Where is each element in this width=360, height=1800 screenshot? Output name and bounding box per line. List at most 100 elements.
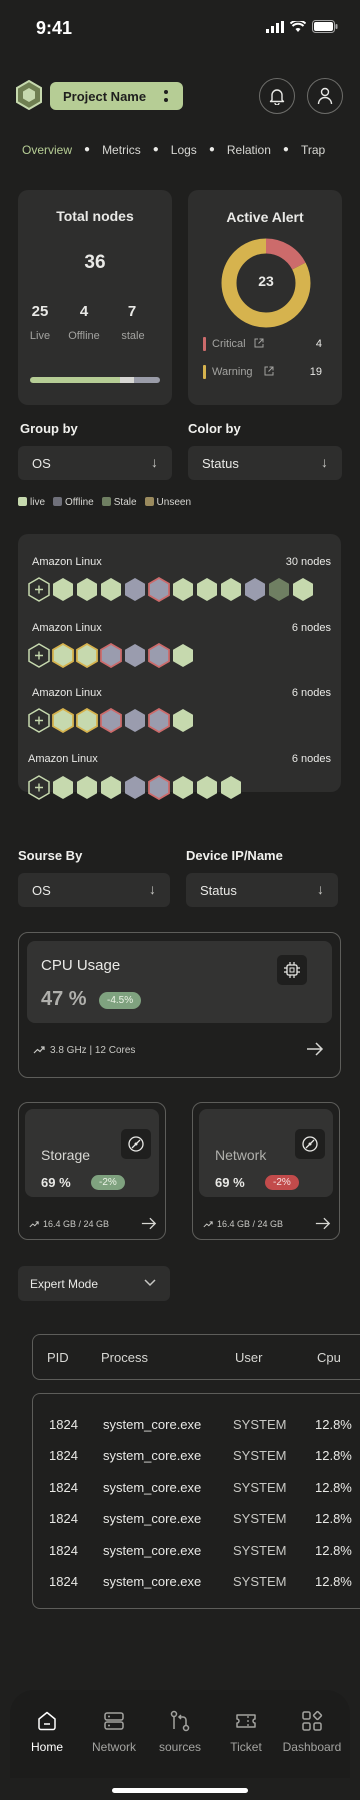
table-row[interactable]: 1824 system_core.exe SYSTEM 12.8% xyxy=(33,1448,360,1468)
device-select[interactable]: Status ↓ xyxy=(186,873,338,907)
legend-stale: Stale xyxy=(101,497,137,508)
nav-ticket[interactable]: Ticket xyxy=(211,1708,281,1754)
group-name: Amazon Linux xyxy=(32,556,102,568)
column-header-process[interactable]: Process xyxy=(101,1350,148,1365)
nav-dashboard[interactable]: Dashboard xyxy=(277,1708,347,1754)
external-link-icon[interactable] xyxy=(264,366,274,376)
signal-icon xyxy=(266,20,284,33)
node-hex[interactable] xyxy=(172,643,194,668)
profile-button[interactable] xyxy=(307,78,343,114)
tab-metrics[interactable]: Metrics xyxy=(102,143,141,157)
cell-cpu: 12.8% xyxy=(315,1574,352,1589)
nav-home[interactable]: Home xyxy=(12,1708,82,1754)
notifications-button[interactable] xyxy=(259,78,295,114)
node-hex[interactable] xyxy=(292,577,314,602)
nodes-status-bar xyxy=(30,377,160,383)
add-node-hex-button[interactable] xyxy=(28,577,50,602)
device-value: Status xyxy=(200,882,237,898)
node-hex[interactable] xyxy=(196,577,218,602)
node-hex[interactable] xyxy=(52,577,74,602)
table-row[interactable]: 1824 system_core.exe SYSTEM 12.8% xyxy=(33,1511,360,1531)
expert-mode-select[interactable]: Expert Mode xyxy=(18,1266,170,1301)
source-by-value: OS xyxy=(32,882,51,898)
column-header-cpu[interactable]: Cpu xyxy=(317,1350,341,1365)
cpu-usage-card[interactable]: CPU Usage 47 % -4.5% 3.8 GHz | 12 Cores xyxy=(18,932,341,1078)
tab-overview[interactable]: Overview xyxy=(22,143,72,157)
network-footer: 16.4 GB / 24 GB xyxy=(217,1219,284,1229)
color-by-label: Color by xyxy=(188,421,241,436)
node-hex[interactable] xyxy=(100,775,122,800)
node-hex[interactable] xyxy=(148,643,170,668)
node-hex[interactable] xyxy=(124,708,146,733)
add-node-hex-button[interactable] xyxy=(28,643,50,668)
node-hex[interactable] xyxy=(100,643,122,668)
node-hex[interactable] xyxy=(124,577,146,602)
source-by-select[interactable]: OS ↓ xyxy=(18,873,170,907)
node-hex[interactable] xyxy=(148,577,170,602)
storage-panel: Storage 69 % -2% xyxy=(25,1109,159,1197)
network-title: Network xyxy=(215,1147,267,1163)
node-hex[interactable] xyxy=(172,577,194,602)
node-hex[interactable] xyxy=(268,577,290,602)
node-hex[interactable] xyxy=(172,708,194,733)
stale-count: 7 xyxy=(127,303,137,320)
arrow-right-icon[interactable] xyxy=(315,1217,331,1230)
table-row[interactable]: 1824 system_core.exe SYSTEM 12.8% xyxy=(33,1417,360,1437)
node-hex[interactable] xyxy=(196,775,218,800)
node-hex[interactable] xyxy=(124,643,146,668)
table-row[interactable]: 1824 system_core.exe SYSTEM 12.8% xyxy=(33,1574,360,1594)
project-selector[interactable]: Project Name xyxy=(50,82,183,110)
column-header-pid[interactable]: PID xyxy=(47,1350,69,1365)
cpu-footer: 3.8 GHz | 12 Cores xyxy=(50,1045,136,1056)
add-node-hex-button[interactable] xyxy=(28,708,50,733)
tab-separator: ● xyxy=(282,144,289,155)
nav-sources[interactable]: sources xyxy=(145,1708,215,1754)
table-row[interactable]: 1824 system_core.exe SYSTEM 12.8% xyxy=(33,1543,360,1563)
node-hex[interactable] xyxy=(52,643,74,668)
node-hex[interactable] xyxy=(76,643,98,668)
node-hex[interactable] xyxy=(244,577,266,602)
status-time: 9:41 xyxy=(36,18,73,38)
node-hex[interactable] xyxy=(100,577,122,602)
node-hex[interactable] xyxy=(172,775,194,800)
cell-cpu: 12.8% xyxy=(315,1480,352,1495)
color-by-select[interactable]: Status ↓ xyxy=(188,446,342,480)
cell-user: SYSTEM xyxy=(233,1417,287,1432)
tab-relation[interactable]: Relation xyxy=(227,143,271,157)
arrow-right-icon[interactable] xyxy=(306,1042,324,1056)
cell-pid: 1824 xyxy=(49,1480,78,1495)
device-label: Device IP/Name xyxy=(186,848,283,863)
cell-pid: 1824 xyxy=(49,1543,78,1558)
external-link-icon[interactable] xyxy=(254,338,264,348)
node-hex[interactable] xyxy=(148,708,170,733)
node-hex[interactable] xyxy=(52,708,74,733)
node-hex[interactable] xyxy=(52,775,74,800)
group-by-select[interactable]: OS ↓ xyxy=(18,446,172,480)
network-icon-box xyxy=(295,1129,325,1159)
source-by-label: Sourse By xyxy=(18,848,83,863)
tab-trap[interactable]: Trap xyxy=(301,143,325,157)
nav-network[interactable]: Network xyxy=(79,1708,149,1754)
node-hex[interactable] xyxy=(76,577,98,602)
tab-logs[interactable]: Logs xyxy=(171,143,197,157)
cell-cpu: 12.8% xyxy=(315,1543,352,1558)
column-header-user[interactable]: User xyxy=(235,1350,262,1365)
add-node-hex-button[interactable] xyxy=(28,775,50,800)
nav-sources-label: sources xyxy=(158,1740,202,1754)
storage-card[interactable]: Storage 69 % -2% 16.4 GB / 24 GB xyxy=(18,1102,166,1240)
network-card[interactable]: Network 69 % -2% 16.4 GB / 24 GB xyxy=(192,1102,340,1240)
node-hex[interactable] xyxy=(100,708,122,733)
node-hex[interactable] xyxy=(124,775,146,800)
node-hex[interactable] xyxy=(220,775,242,800)
speedometer-icon xyxy=(128,1136,144,1152)
status-icons xyxy=(266,20,338,33)
status-bar-segment xyxy=(119,377,134,383)
node-hex[interactable] xyxy=(76,708,98,733)
group-count: 6 nodes xyxy=(291,687,331,699)
node-hex[interactable] xyxy=(76,775,98,800)
process-table-body: 1824 system_core.exe SYSTEM 12.8% 1824 s… xyxy=(32,1393,360,1609)
arrow-right-icon[interactable] xyxy=(141,1217,157,1230)
table-row[interactable]: 1824 system_core.exe SYSTEM 12.8% xyxy=(33,1480,360,1500)
node-hex[interactable] xyxy=(220,577,242,602)
node-hex[interactable] xyxy=(148,775,170,800)
